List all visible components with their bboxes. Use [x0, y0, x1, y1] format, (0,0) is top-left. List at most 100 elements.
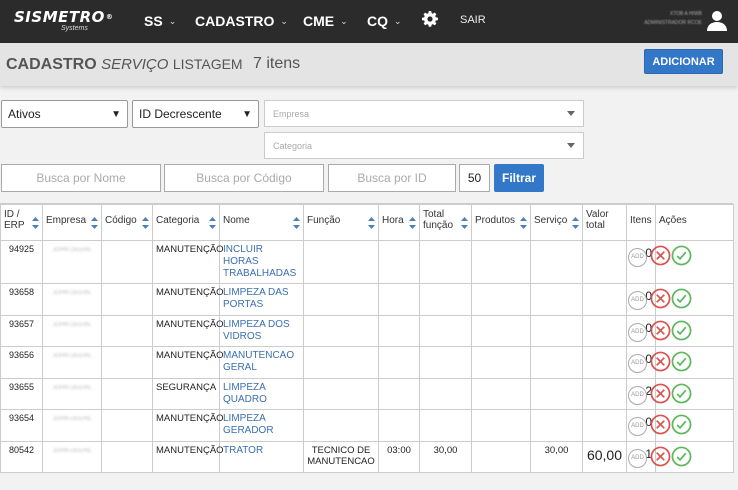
chevron-down-icon: ⌄ [168, 15, 177, 26]
cell-nome-link[interactable]: LIMPEZA DAS PORTAS [219, 283, 304, 316]
column-header-empresa[interactable]: Empresa [42, 204, 102, 241]
cell-servico [530, 283, 583, 316]
caret-down-icon [567, 111, 575, 116]
search-code-input[interactable]: Busca por Código [164, 164, 324, 192]
cell-produtos [471, 314, 531, 347]
chevron-down-icon: ▼ [242, 108, 252, 120]
empresa-select[interactable]: Empresa [264, 100, 584, 127]
column-header-codigo[interactable]: Código [101, 204, 153, 241]
nav-menu-ss[interactable]: SS ⌄ [144, 13, 176, 29]
search-id-input[interactable]: Busca por ID [328, 164, 456, 192]
confirm-check-icon[interactable] [671, 288, 692, 309]
confirm-check-icon[interactable] [671, 245, 692, 266]
gear-icon[interactable] [422, 11, 438, 27]
confirm-check-icon[interactable] [671, 351, 692, 372]
page-size-input[interactable]: 50 [459, 164, 490, 192]
add-item-button[interactable]: ADD [628, 417, 647, 437]
column-label: Função [307, 215, 341, 226]
sismetro-logo[interactable]: SISMETRO® Systems [14, 9, 114, 35]
user-info: XTOB A HIWB ADMINISTRADOR RCOE [644, 10, 702, 28]
logout-link[interactable]: SAIR [460, 14, 486, 26]
cell-categoria: MANUTENÇÃO [152, 314, 224, 347]
cell-nome-link[interactable]: MANUTENCAO GERAL [219, 346, 304, 379]
confirm-check-icon[interactable] [671, 320, 692, 341]
confirm-check-icon[interactable] [671, 414, 692, 435]
column-label: Valor total [586, 209, 609, 231]
cell-valor-total [582, 346, 627, 379]
nav-menu-cme[interactable]: CME ⌄ [303, 13, 348, 29]
page-title: CADASTRO SERVIÇO LISTAGEM [6, 56, 243, 74]
sort-icon [368, 217, 375, 229]
cell-valor-total [582, 240, 627, 284]
column-label: Categoria [156, 215, 200, 226]
chevron-down-icon: ▼ [111, 108, 121, 120]
cell-total-funcao [419, 314, 472, 347]
cell-funcao: TECNICO DE MANUTENCAO [303, 440, 379, 473]
services-table-wrapper: ID / ERP Empresa Código Categoria Nome F… [0, 203, 734, 473]
cell-total-funcao [419, 240, 472, 284]
cell-categoria: MANUTENÇÃO [152, 346, 224, 379]
cell-hora [378, 346, 420, 379]
delete-icon[interactable] [650, 288, 671, 309]
delete-icon[interactable] [650, 245, 671, 266]
column-header-servico[interactable]: Serviço [530, 204, 583, 241]
add-item-button[interactable]: ADD [628, 248, 647, 268]
add-item-button[interactable]: ADD [628, 291, 647, 311]
table-row[interactable]: 93658 JOHN DEERE MANUTENÇÃO LIMPEZA DAS POR… [0, 283, 734, 316]
order-select[interactable]: ID Decrescente ▼ [132, 100, 259, 128]
column-header-hora[interactable]: Hora [378, 204, 420, 241]
table-row[interactable]: 93657 JOHN DEERE MANUTENÇÃO LIMPEZA DOS VID… [0, 314, 734, 347]
column-header-id[interactable]: ID / ERP [0, 204, 43, 241]
cell-valor-total [582, 377, 627, 410]
caret-down-icon [567, 143, 575, 148]
column-label: Ações [659, 215, 687, 226]
title-view: LISTAGEM [172, 56, 243, 72]
order-select-value: ID Decrescente [139, 107, 222, 121]
cell-empresa: JOHN DEERE [42, 283, 102, 316]
search-name-input[interactable]: Busca por Nome [1, 164, 161, 192]
top-navbar: SISMETRO® Systems SS ⌄ CADASTRO ⌄ CME ⌄ CQ ⌄… [0, 0, 738, 43]
column-header-nome[interactable]: Nome [219, 204, 304, 241]
cell-nome-link[interactable]: INCLUIR HORAS TRABALHADAS [219, 240, 304, 284]
add-item-button[interactable]: ADD [628, 385, 647, 405]
delete-icon[interactable] [650, 414, 671, 435]
column-header-categoria[interactable]: Categoria [152, 204, 220, 241]
cell-servico [530, 240, 583, 284]
categoria-select[interactable]: Categoria [264, 132, 584, 159]
delete-icon[interactable] [650, 351, 671, 372]
nav-menu-cadastro[interactable]: CADASTRO ⌄ [195, 13, 288, 29]
cell-nome-link[interactable]: TRATOR [219, 440, 304, 473]
add-item-button[interactable]: ADD [628, 354, 647, 374]
column-header-funcao[interactable]: Função [303, 204, 379, 241]
cell-id: 93657 [0, 314, 43, 347]
confirm-check-icon[interactable] [671, 446, 692, 467]
table-row[interactable]: 93654 JOHN DEERE MANUTENÇÃO LIMPEZA GERADOR… [0, 409, 734, 442]
cell-funcao [303, 283, 379, 316]
cell-categoria: SEGURANÇA [152, 377, 220, 410]
column-header-produtos[interactable]: Produtos [471, 204, 531, 241]
cell-codigo [101, 346, 153, 379]
filter-button[interactable]: Filtrar [494, 164, 544, 192]
cell-valor-total [582, 283, 627, 316]
cell-nome-link[interactable]: LIMPEZA GERADOR [219, 409, 304, 442]
table-row[interactable]: 93656 JOHN DEERE MANUTENÇÃO MANUTENCAO GERA… [0, 346, 734, 379]
add-item-button[interactable]: ADD [628, 448, 647, 468]
add-button[interactable]: ADICIONAR [644, 49, 723, 74]
delete-icon[interactable] [650, 446, 671, 467]
cell-codigo [101, 240, 153, 284]
table-row[interactable]: 80542 JOHN DEERE MANUTENÇÃO TRATOR TECNICO D… [0, 440, 734, 473]
user-avatar-icon[interactable] [706, 9, 728, 31]
brand-subtitle: Systems [61, 25, 88, 32]
add-item-button[interactable]: ADD [628, 322, 647, 342]
confirm-check-icon[interactable] [671, 383, 692, 404]
column-header-total-funcao[interactable]: Total função [419, 204, 472, 241]
cell-nome-link[interactable]: LIMPEZA QUADRO [219, 377, 304, 410]
cell-id: 93656 [0, 346, 43, 379]
delete-icon[interactable] [650, 320, 671, 341]
nav-menu-cq[interactable]: CQ ⌄ [367, 13, 402, 29]
delete-icon[interactable] [650, 383, 671, 404]
cell-nome-link[interactable]: LIMPEZA DOS VIDROS [219, 314, 304, 347]
table-row[interactable]: 94925 JOHN DEERE MANUTENÇÃO INCLUIR HORAS T… [0, 240, 734, 284]
status-select[interactable]: Ativos ▼ [1, 100, 128, 128]
table-row[interactable]: 93655 JOHN DEERE SEGURANÇA LIMPEZA QUADRO 2 A… [0, 377, 734, 410]
